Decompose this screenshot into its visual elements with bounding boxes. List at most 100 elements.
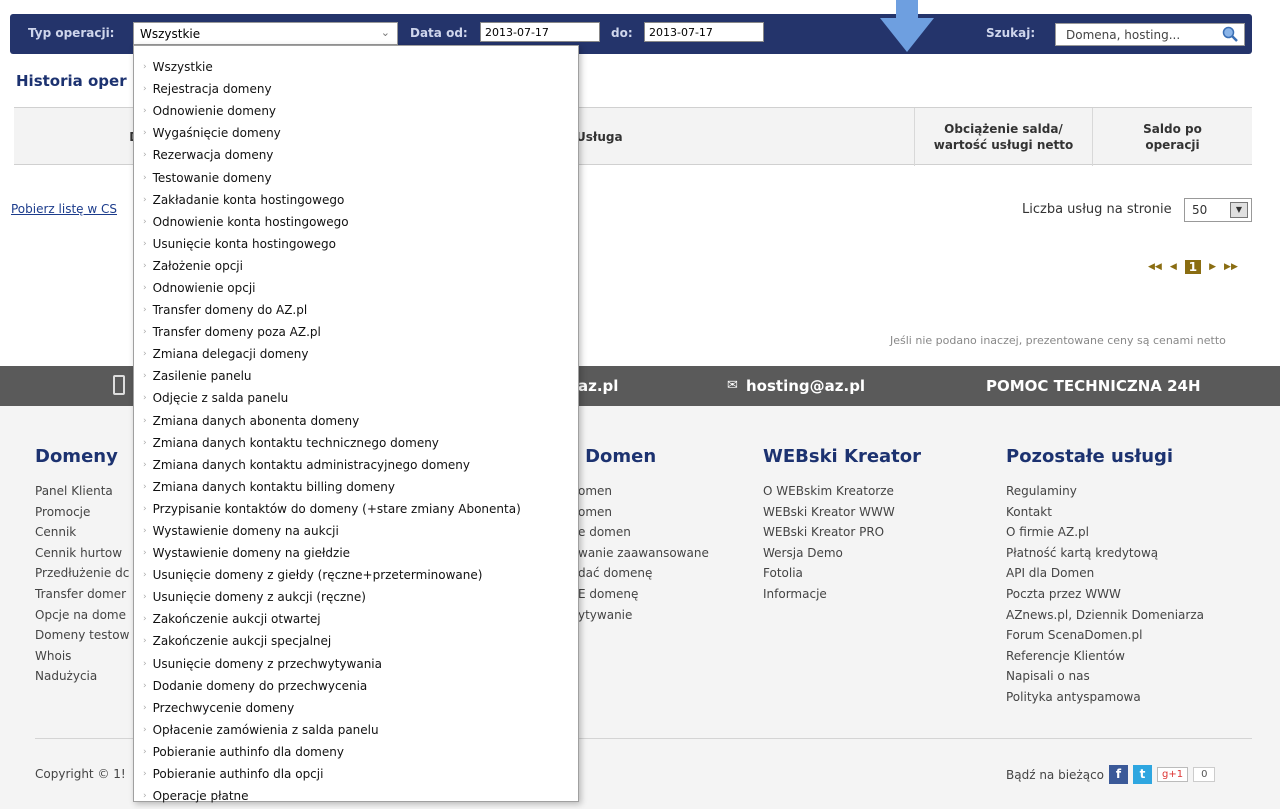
- dropdown-option[interactable]: › Transfer domeny do AZ.pl: [134, 299, 578, 321]
- contact-email-1[interactable]: az.pl: [578, 377, 618, 395]
- dropdown-option[interactable]: › Zmiana danych kontaktu technicznego dom…: [134, 432, 578, 454]
- footer-link[interactable]: E domenę: [578, 584, 709, 605]
- footer-link[interactable]: Cennik: [35, 522, 129, 543]
- footer-link[interactable]: Nadużycia: [35, 666, 129, 687]
- footer-link[interactable]: wanie zaawansowane: [578, 543, 709, 564]
- bullet-icon: ›: [143, 305, 147, 316]
- dropdown-option[interactable]: › Wystawienie domeny na aukcji: [134, 520, 578, 542]
- footer-link[interactable]: Cennik hurtow: [35, 543, 129, 564]
- footer-link[interactable]: Opcje na dome: [35, 605, 129, 626]
- bullet-icon: ›: [143, 84, 147, 95]
- contact-email-2[interactable]: hosting@az.pl: [746, 377, 865, 395]
- dropdown-option[interactable]: › Zasilenie panelu: [134, 365, 578, 387]
- footer-link[interactable]: O firmie AZ.pl: [1006, 522, 1204, 543]
- dropdown-option[interactable]: › Opłacenie zamówienia z salda panelu: [134, 719, 578, 741]
- dropdown-option[interactable]: › Odnowienie domeny: [134, 100, 578, 122]
- footer-link[interactable]: API dla Domen: [1006, 563, 1204, 584]
- footer-link[interactable]: e domen: [578, 522, 709, 543]
- footer-link[interactable]: Domeny testow: [35, 625, 129, 646]
- next-page-icon[interactable]: ▶: [1209, 262, 1216, 272]
- dropdown-option[interactable]: › Testowanie domeny: [134, 166, 578, 188]
- footer-link[interactable]: Polityka antyspamowa: [1006, 687, 1204, 708]
- dropdown-option[interactable]: › Wszystkie: [134, 56, 578, 78]
- footer-link[interactable]: Kontakt: [1006, 502, 1204, 523]
- dropdown-option-label: Zakładanie konta hostingowego: [152, 192, 345, 207]
- dropdown-option[interactable]: › Zakończenie aukcji specjalnej: [134, 630, 578, 652]
- footer-link[interactable]: dać domenę: [578, 563, 709, 584]
- first-page-icon[interactable]: ◀◀: [1148, 262, 1162, 272]
- last-page-icon[interactable]: ▶▶: [1224, 262, 1238, 272]
- footer-link[interactable]: ytywanie: [578, 605, 709, 626]
- bullet-icon: ›: [143, 636, 147, 647]
- footer-link[interactable]: WEBski Kreator PRO: [763, 522, 895, 543]
- dropdown-option[interactable]: › Zmiana danych kontaktu billing domeny: [134, 476, 578, 498]
- facebook-icon[interactable]: f: [1109, 765, 1129, 784]
- footer-link[interactable]: Panel Klienta: [35, 481, 129, 502]
- dropdown-option[interactable]: › Operacje płatne: [134, 785, 578, 807]
- dropdown-option-label: Wygaśnięcie domeny: [152, 126, 281, 141]
- footer-link[interactable]: Płatność kartą kredytową: [1006, 543, 1204, 564]
- footer-link[interactable]: Informacje: [763, 584, 895, 605]
- footer-link[interactable]: WEBski Kreator WWW: [763, 502, 895, 523]
- dropdown-option[interactable]: › Zakładanie konta hostingowego: [134, 189, 578, 211]
- footer-link[interactable]: Forum ScenaDomen.pl: [1006, 625, 1204, 646]
- footer-link[interactable]: Napisali o nas: [1006, 666, 1204, 687]
- search-icon[interactable]: [1222, 26, 1238, 42]
- dropdown-option[interactable]: › Usunięcie domeny z giełdy (ręczne+przet…: [134, 564, 578, 586]
- footer-link[interactable]: Transfer domer: [35, 584, 129, 605]
- bullet-icon: ›: [143, 658, 147, 669]
- dropdown-option[interactable]: › Odnowienie konta hostingowego: [134, 211, 578, 233]
- dropdown-option[interactable]: › Zmiana delegacji domeny: [134, 343, 578, 365]
- dropdown-option[interactable]: › Odjęcie z salda panelu: [134, 387, 578, 409]
- date-to-input[interactable]: [644, 22, 764, 42]
- footer-link[interactable]: omen: [578, 481, 709, 502]
- chevron-down-icon[interactable]: ▼: [1230, 202, 1248, 218]
- footer-link[interactable]: Poczta przez WWW: [1006, 584, 1204, 605]
- bullet-icon: ›: [143, 437, 147, 448]
- operation-type-dropdown[interactable]: › Wszystkie › Rejestracja domeny › Odnowienie…: [133, 45, 579, 803]
- bullet-icon: ›: [143, 327, 147, 338]
- dropdown-option[interactable]: › Wygaśnięcie domeny: [134, 122, 578, 144]
- dropdown-option[interactable]: › Rejestracja domeny: [134, 78, 578, 100]
- footer-link[interactable]: Whois: [35, 646, 129, 667]
- search-input[interactable]: Domena, hosting...: [1055, 23, 1245, 46]
- dropdown-option[interactable]: › Usunięcie domeny z przechwytywania: [134, 653, 578, 675]
- dropdown-option[interactable]: › Wystawienie domeny na giełdzie: [134, 542, 578, 564]
- download-csv-link[interactable]: Pobierz listę w CS: [11, 202, 117, 216]
- footer-link[interactable]: Przedłużenie dc: [35, 563, 129, 584]
- dropdown-option[interactable]: › Pobieranie authinfo dla domeny: [134, 741, 578, 763]
- footer-link[interactable]: Fotolia: [763, 563, 895, 584]
- footer-link[interactable]: omen: [578, 502, 709, 523]
- footer-link[interactable]: Regulaminy: [1006, 481, 1204, 502]
- footer-link[interactable]: AZnews.pl, Dziennik Domeniarza: [1006, 605, 1204, 626]
- dropdown-option[interactable]: › Rezerwacja domeny: [134, 144, 578, 166]
- dropdown-option[interactable]: › Zakończenie aukcji otwartej: [134, 608, 578, 630]
- footer-link[interactable]: Wersja Demo: [763, 543, 895, 564]
- dropdown-option[interactable]: › Przechwycenie domeny: [134, 697, 578, 719]
- arrow-down-icon: [880, 0, 934, 52]
- dropdown-option-label: Opłacenie zamówienia z salda panelu: [152, 722, 379, 737]
- operation-type-select[interactable]: Wszystkie ⌄: [133, 22, 398, 45]
- footer-link[interactable]: Referencje Klientów: [1006, 646, 1204, 667]
- date-from-input[interactable]: [480, 22, 600, 42]
- dropdown-option[interactable]: › Zmiana danych abonenta domeny: [134, 410, 578, 432]
- twitter-icon[interactable]: t: [1133, 765, 1153, 784]
- prev-page-icon[interactable]: ◀: [1170, 262, 1177, 272]
- google-plus-button[interactable]: g+1: [1157, 767, 1189, 782]
- per-page-select[interactable]: 50 ▼: [1184, 198, 1252, 222]
- dropdown-option[interactable]: › Przypisanie kontaktów do domeny (+stare…: [134, 498, 578, 520]
- dropdown-option[interactable]: › Zmiana danych kontaktu administracyjneg…: [134, 454, 578, 476]
- dropdown-option[interactable]: › Transfer domeny poza AZ.pl: [134, 321, 578, 343]
- dropdown-option[interactable]: › Usunięcie konta hostingowego: [134, 233, 578, 255]
- dropdown-option[interactable]: › Dodanie domeny do przechwycenia: [134, 675, 578, 697]
- dropdown-option-label: Zmiana delegacji domeny: [152, 347, 309, 362]
- current-page[interactable]: 1: [1184, 260, 1202, 274]
- dropdown-option[interactable]: › Usunięcie domeny z aukcji (ręczne): [134, 586, 578, 608]
- footer-link[interactable]: Promocje: [35, 502, 129, 523]
- dropdown-option[interactable]: › Założenie opcji: [134, 255, 578, 277]
- dropdown-option[interactable]: › Odnowienie opcji: [134, 277, 578, 299]
- dropdown-option[interactable]: › Pobieranie authinfo dla opcji: [134, 763, 578, 785]
- dropdown-option-label: Usunięcie domeny z przechwytywania: [152, 656, 382, 671]
- bullet-icon: ›: [143, 194, 147, 205]
- footer-link[interactable]: O WEBskim Kreatorze: [763, 481, 895, 502]
